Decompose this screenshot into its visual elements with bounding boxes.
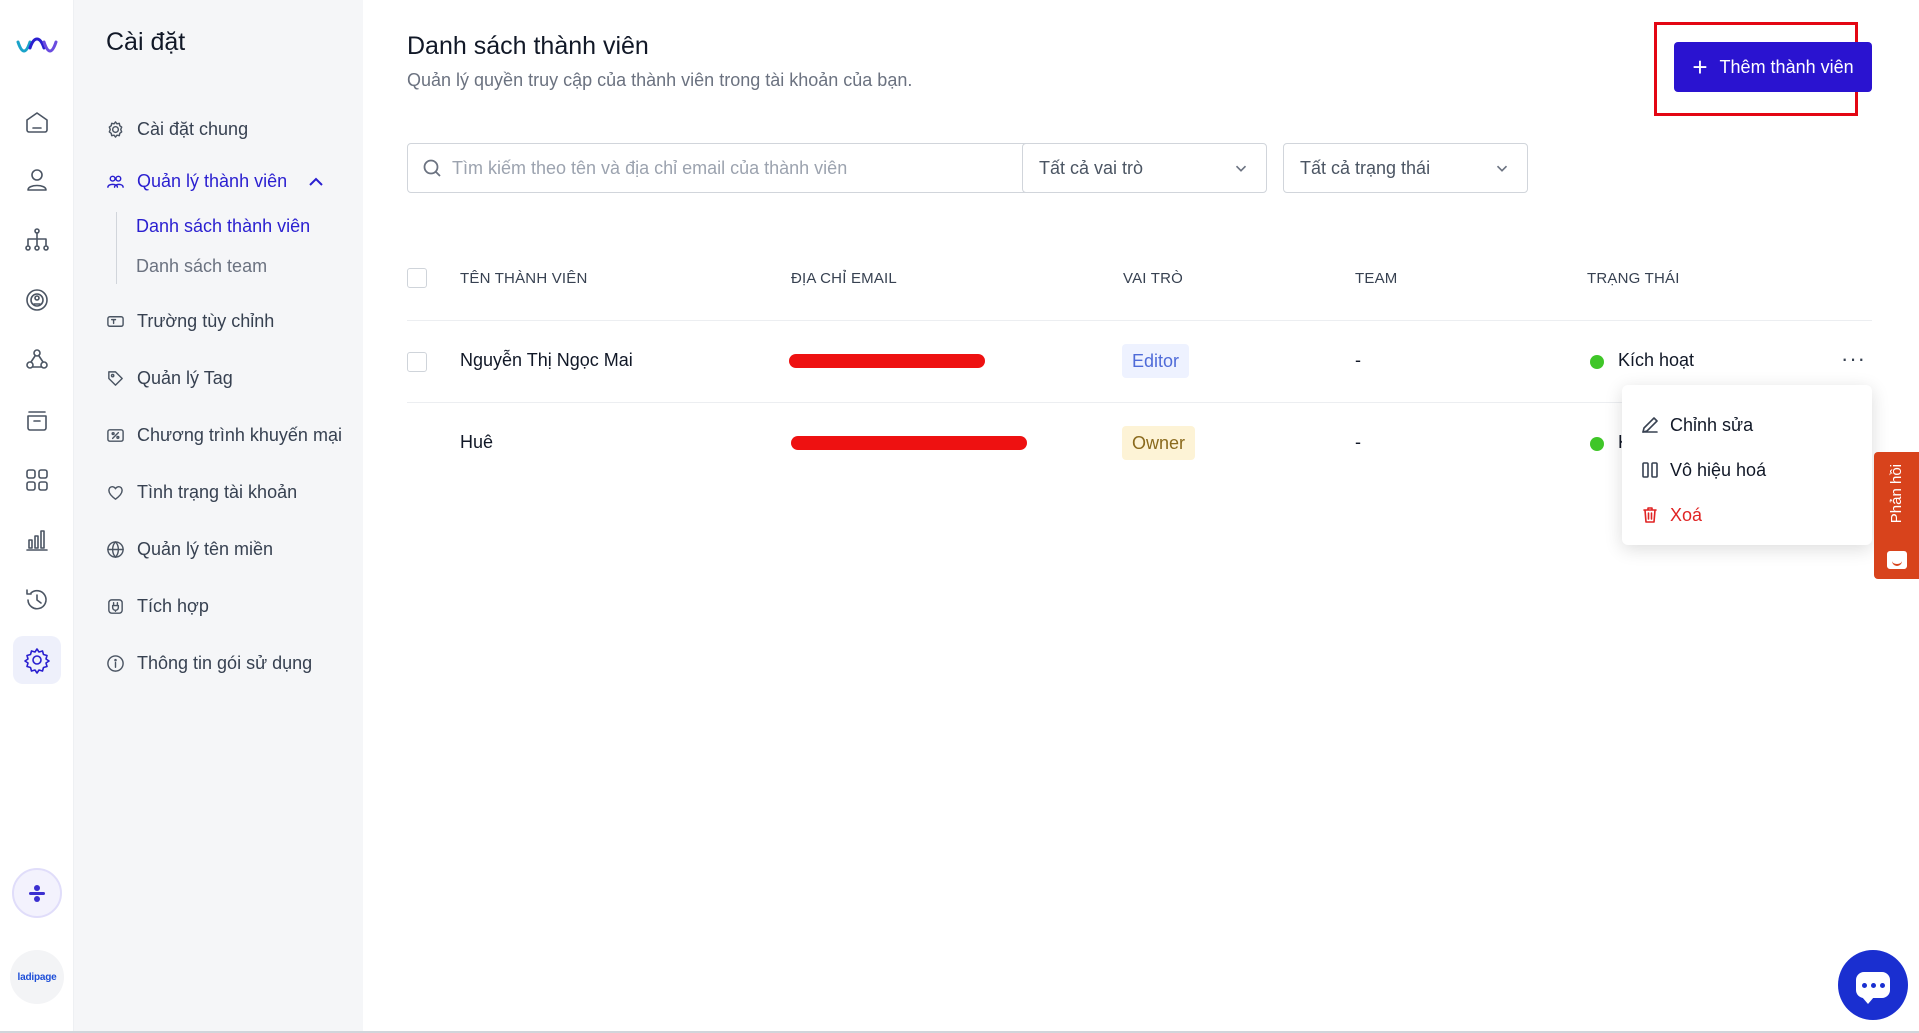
sidebar-item-custom-fields[interactable]: Trường tùy chỉnh	[106, 307, 274, 335]
menu-item-label: Chỉnh sửa	[1670, 414, 1754, 435]
users-icon	[107, 175, 124, 188]
app-logo-icon[interactable]	[16, 34, 58, 56]
main-content: Danh sách thành viên Quản lý quyền truy …	[363, 0, 1919, 1033]
org-chart-icon[interactable]	[21, 224, 53, 256]
gear-icon	[108, 120, 123, 138]
member-team: -	[1355, 350, 1361, 370]
sidebar-subitem-team-list[interactable]: Danh sách team	[136, 256, 267, 277]
user-icon[interactable]	[21, 164, 53, 196]
menu-item-delete[interactable]: Xoá	[1640, 500, 1702, 530]
sidebar-item-label: Cài đặt chung	[137, 118, 249, 139]
column-header-email[interactable]: ĐỊA CHỈ EMAIL	[791, 270, 897, 287]
page-subtitle: Quản lý quyền truy cập của thành viên tr…	[407, 70, 913, 90]
redacted-email	[789, 354, 985, 368]
column-header-role[interactable]: VAI TRÒ	[1123, 270, 1183, 287]
sidebar-item-members[interactable]: Quản lý thành viên	[106, 167, 287, 195]
search-icon	[423, 159, 441, 177]
chat-icon	[1856, 972, 1890, 1004]
add-member-label: Thêm thành viên	[1719, 56, 1854, 77]
group-icon[interactable]	[21, 344, 53, 376]
trash-icon	[1643, 507, 1657, 523]
brand-label: ladipage	[17, 971, 57, 983]
menu-item-disable[interactable]: Vô hiệu hoá	[1640, 455, 1766, 485]
row-action-menu: Chỉnh sửa Vô hiệu hoá Xoá	[1622, 385, 1872, 545]
globe-icon	[107, 540, 124, 558]
role-filter-value: Tất cả vai trò	[1039, 157, 1144, 178]
settings-sidebar: Cài đặt Cài đặt chung Quản lý thành viên…	[74, 0, 363, 1033]
feedback-tab[interactable]: Phản hồi	[1874, 452, 1919, 579]
sidebar-item-promotions[interactable]: Chương trình khuyến mại	[106, 421, 342, 449]
tag-icon	[108, 370, 123, 386]
sidebar-item-label: Thông tin gói sử dụng	[137, 652, 313, 673]
menu-item-label: Vô hiệu hoá	[1670, 459, 1767, 480]
ladipage-brand-logo[interactable]: ladipage	[10, 950, 64, 1004]
info-icon	[107, 654, 124, 672]
sidebar-item-account-status[interactable]: Tình trạng tài khoản	[106, 478, 297, 506]
history-icon[interactable]	[21, 584, 53, 616]
member-name: Nguyễn Thị Ngọc Mai	[460, 350, 633, 370]
column-header-name[interactable]: TÊN THÀNH VIÊN	[460, 270, 588, 287]
sidebar-item-integrations[interactable]: Tích hợp	[106, 592, 209, 620]
select-all-checkbox[interactable]	[407, 268, 427, 288]
add-member-button[interactable]: + Thêm thành viên	[1674, 42, 1872, 92]
sidebar-item-label: Tình trạng tài khoản	[137, 481, 298, 502]
submenu-divider	[116, 212, 117, 284]
pause-icon	[1642, 462, 1658, 478]
sidebar-item-domains[interactable]: Quản lý tên miền	[106, 535, 273, 563]
smiley-icon	[1886, 551, 1907, 569]
divider	[407, 320, 1872, 321]
plus-icon: +	[1692, 52, 1708, 82]
plug-icon	[108, 598, 123, 614]
sidebar-subitem-member-list[interactable]: Danh sách thành viên	[136, 216, 310, 237]
menu-item-edit[interactable]: Chỉnh sửa	[1640, 410, 1753, 440]
sidebar-title: Cài đặt	[106, 28, 186, 56]
icon-rail: ladipage	[0, 0, 74, 1033]
status-dot	[1590, 355, 1604, 369]
discount-icon	[107, 428, 124, 442]
member-status: Kích hoạt	[1618, 350, 1695, 370]
sidebar-item-tags[interactable]: Quản lý Tag	[106, 364, 233, 392]
box-icon[interactable]	[21, 404, 53, 436]
home-icon[interactable]	[21, 106, 53, 138]
sidebar-item-label: Quản lý tên miền	[137, 538, 274, 559]
pencil-icon	[1642, 417, 1658, 433]
sidebar-item-label: Quản lý thành viên	[137, 170, 288, 191]
app-root: ladipage Cài đặt Cài đặt chung Quản lý t…	[0, 0, 1919, 1033]
redacted-email	[791, 436, 1027, 450]
menu-item-label: Xoá	[1670, 504, 1703, 525]
sidebar-item-general[interactable]: Cài đặt chung	[106, 115, 248, 143]
more-options-icon[interactable]: ···	[1841, 348, 1866, 370]
status-filter-value: Tất cả trạng thái	[1300, 157, 1431, 178]
heart-icon	[108, 485, 123, 500]
member-name: Huê	[460, 432, 494, 452]
bar-chart-icon[interactable]	[21, 524, 53, 556]
status-dot	[1590, 437, 1604, 451]
chevron-down-icon	[1235, 165, 1247, 172]
role-filter-select[interactable]: Tất cả vai trò	[1022, 143, 1267, 193]
broadcast-icon[interactable]	[21, 284, 53, 316]
chat-widget-button[interactable]	[1838, 950, 1908, 1020]
sidebar-item-label: Chương trình khuyến mại	[137, 424, 342, 445]
member-team: -	[1355, 432, 1361, 452]
sidebar-item-label: Trường tùy chỉnh	[137, 310, 275, 331]
sidebar-item-label: Quản lý Tag	[137, 367, 233, 388]
page-title: Danh sách thành viên	[407, 32, 649, 60]
settings-icon[interactable]	[13, 636, 61, 684]
workspace-avatar[interactable]	[12, 868, 62, 918]
sidebar-item-label: Tích hợp	[137, 595, 209, 616]
apps-icon[interactable]	[21, 464, 53, 496]
chevron-up-icon[interactable]	[306, 172, 326, 192]
role-badge: Editor	[1122, 344, 1190, 378]
column-header-team[interactable]: TEAM	[1355, 270, 1397, 287]
feedback-label: Phản hồi	[1888, 464, 1905, 524]
status-filter-select[interactable]: Tất cả trạng thái	[1283, 143, 1528, 193]
row-checkbox[interactable]	[407, 352, 427, 372]
column-header-status[interactable]: TRẠNG THÁI	[1587, 270, 1680, 287]
sidebar-item-plan-info[interactable]: Thông tin gói sử dụng	[106, 649, 312, 677]
role-badge: Owner	[1122, 426, 1196, 460]
text-field-icon	[107, 315, 124, 327]
chevron-down-icon	[1496, 165, 1508, 172]
